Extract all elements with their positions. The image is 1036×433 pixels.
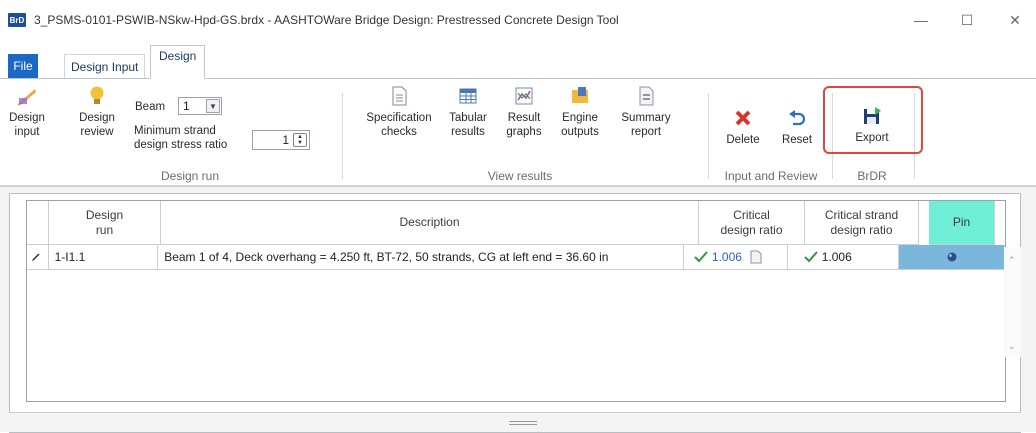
- folder-icon: [572, 87, 588, 103]
- ribbon-separator: [832, 93, 833, 179]
- beam-label: Beam: [135, 101, 166, 113]
- result-graphs-label: Result graphs: [506, 112, 542, 138]
- chevron-down-icon[interactable]: ▼: [206, 99, 220, 113]
- design-review-button[interactable]: Design review: [76, 85, 118, 139]
- summary-report-button[interactable]: Summary report: [618, 85, 674, 139]
- pin-icon[interactable]: [946, 251, 958, 263]
- group-label-design-run: Design run: [160, 169, 220, 183]
- column-header-design-run[interactable]: Design run: [49, 201, 161, 245]
- undo-arrow-icon: [789, 110, 806, 126]
- checkmark-icon: [804, 251, 818, 263]
- engine-outputs-label: Engine outputs: [561, 112, 599, 138]
- design-input-button[interactable]: Design input: [8, 85, 46, 139]
- maximize-button[interactable]: ☐: [952, 8, 982, 32]
- app-logo-icon: BrD: [8, 13, 26, 27]
- summary-report-label: Summary report: [621, 112, 671, 138]
- specification-checks-label: Specification checks: [366, 112, 432, 138]
- tabular-results-label: Tabular results: [449, 112, 487, 138]
- panel-resize-grip[interactable]: [9, 412, 1021, 432]
- min-strand-stepper[interactable]: 1 ▲ ▼: [252, 130, 310, 150]
- critical-design-ratio-link[interactable]: 1.006: [712, 250, 742, 264]
- report-doc-icon[interactable]: [750, 250, 762, 264]
- tabular-results-button[interactable]: Tabular results: [446, 85, 490, 139]
- min-strand-label: Minimum strand design stress ratio: [134, 125, 228, 151]
- tab-design[interactable]: Design: [150, 45, 206, 79]
- grid-header-row: Design run Description Critical design r…: [27, 201, 1005, 245]
- group-label-input-review: Input and Review: [724, 169, 818, 183]
- export-button[interactable]: Export: [852, 105, 892, 145]
- window-title: 3_PSMS-0101-PSWIB-NSkw-Hpd-GS.brdx - AAS…: [34, 13, 619, 27]
- cell-critical-strand-ratio: 1.006: [787, 245, 900, 270]
- row-edit-icon: [27, 245, 49, 270]
- group-label-view-results: View results: [487, 169, 553, 183]
- delete-label: Delete: [726, 134, 760, 146]
- row-selector-header: [27, 201, 49, 245]
- grip-handle-icon[interactable]: [509, 421, 537, 425]
- cell-pin[interactable]: [899, 245, 1006, 270]
- table-icon: [459, 88, 477, 104]
- group-label-brdr: BrDR: [857, 169, 887, 183]
- grid-vertical-scrollbar[interactable]: ⌃ ⌄: [1004, 247, 1021, 357]
- cell-description: Beam 1 of 4, Deck overhang = 4.250 ft, B…: [158, 245, 684, 270]
- min-strand-value: 1: [282, 133, 289, 147]
- ribbon-separator: [914, 93, 915, 179]
- title-bar: BrD 3_PSMS-0101-PSWIB-NSkw-Hpd-GS.brdx -…: [0, 0, 1036, 42]
- minimize-button[interactable]: —: [906, 8, 936, 32]
- chart-icon: [515, 87, 533, 105]
- engine-outputs-button[interactable]: Engine outputs: [558, 85, 602, 139]
- critical-strand-ratio-value: 1.006: [821, 250, 852, 264]
- design-runs-grid: Design run Description Critical design r…: [26, 200, 1006, 402]
- ribbon-tabs: File Design Input Design: [0, 40, 1036, 79]
- pencil-ruler-icon: [18, 89, 36, 105]
- checkmark-icon: [694, 251, 708, 263]
- result-graphs-button[interactable]: Result graphs: [504, 85, 544, 139]
- spin-arrows-icon[interactable]: ▲ ▼: [293, 133, 307, 147]
- lightbulb-icon: [90, 86, 104, 104]
- chevron-down-icon[interactable]: ⌄: [1008, 341, 1016, 352]
- specification-checks-button[interactable]: Specification checks: [362, 85, 436, 139]
- beam-select[interactable]: 1 ▼: [178, 97, 222, 115]
- cell-critical-design-ratio: 1.006: [683, 245, 788, 270]
- reset-button[interactable]: Reset: [780, 107, 814, 147]
- export-save-icon: [864, 107, 881, 124]
- tab-file[interactable]: File: [8, 54, 38, 78]
- chevron-up-icon[interactable]: ⌃: [1008, 255, 1016, 266]
- document-icon: [392, 86, 407, 106]
- delete-button[interactable]: Delete: [724, 107, 762, 147]
- ribbon-separator: [708, 93, 709, 179]
- delete-x-icon: [735, 110, 751, 126]
- export-label: Export: [855, 132, 889, 144]
- design-review-label: Design review: [79, 112, 115, 138]
- report-icon: [639, 86, 654, 106]
- beam-select-value: 1: [183, 99, 190, 113]
- cell-design-run: 1-I1.1: [48, 245, 159, 270]
- tab-design-input[interactable]: Design Input: [64, 54, 146, 78]
- column-header-critical-strand-ratio[interactable]: Critical strand design ratio: [805, 201, 919, 245]
- column-header-critical-design-ratio[interactable]: Critical design ratio: [699, 201, 805, 245]
- reset-label: Reset: [781, 134, 813, 146]
- design-input-label: Design input: [9, 112, 45, 138]
- column-header-description[interactable]: Description: [161, 201, 699, 245]
- column-header-pin[interactable]: Pin: [929, 201, 995, 245]
- ribbon: Design input Design review Beam 1 ▼ Mini…: [0, 78, 1036, 186]
- ribbon-separator: [342, 93, 343, 179]
- close-button[interactable]: ✕: [1000, 8, 1030, 32]
- table-row[interactable]: 1-I1.1 Beam 1 of 4, Deck overhang = 4.25…: [27, 245, 1006, 270]
